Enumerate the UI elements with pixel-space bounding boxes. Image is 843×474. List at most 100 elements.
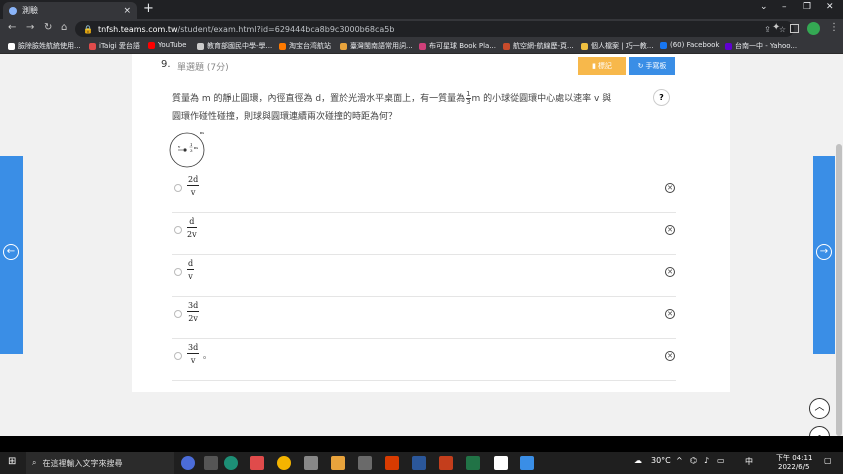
address-bar[interactable]: 🔒 tnfsh.teams.com.tw /student/exam.html?… <box>75 21 794 37</box>
option-radio[interactable] <box>174 310 182 318</box>
url-path: /student/exam.html?id=629444bca8b9c3000b… <box>177 24 395 34</box>
windows-taskbar: ⊞ ⌕ 在這裡輸入文字來搜尋 ☁ 30°C ^ ⌬ ♪ ▭ 中 下午 04:11… <box>0 452 843 474</box>
eliminate-option-icon[interactable]: ✕ <box>665 267 675 277</box>
share-icon[interactable]: ⇪ <box>764 25 771 34</box>
eliminate-option-icon[interactable]: ✕ <box>665 225 675 235</box>
browser-tab[interactable]: 測驗 × <box>3 2 137 19</box>
arrow-right-icon[interactable]: → <box>816 244 832 260</box>
menu-icon[interactable]: ⋮ <box>829 22 839 33</box>
question-number: 9. <box>161 59 171 70</box>
answer-option[interactable]: 2d v ✕ <box>172 171 676 213</box>
app-red-icon[interactable] <box>250 456 264 470</box>
sidebar-icon[interactable] <box>790 24 799 33</box>
google-icon[interactable] <box>494 456 508 470</box>
bookmark-icon: ▮ <box>592 62 596 70</box>
answer-option[interactable]: d 2v ✕ <box>172 213 676 255</box>
maximize-button[interactable]: ❐ <box>803 2 811 12</box>
page-scrollbar[interactable] <box>835 54 843 436</box>
bookmarks-bar: 臉除臉姓航統使用... iTaigi 愛台語 YouTube 教育部國民中學-學...… <box>0 39 843 54</box>
scroll-top-button[interactable]: ︿ <box>809 398 830 419</box>
excel-icon[interactable] <box>466 456 480 470</box>
weather-temp[interactable]: 30°C <box>651 456 671 465</box>
scroll-top-button-2[interactable]: ︿ <box>809 426 830 436</box>
bookmark-favicon-icon <box>148 41 155 49</box>
profile-avatar[interactable] <box>807 22 820 35</box>
volume-icon[interactable]: ♪ <box>704 456 709 465</box>
bookmark-item[interactable]: 淘宝台湾航站 <box>279 41 331 51</box>
browser-task-icon[interactable] <box>520 456 534 470</box>
bookmark-label: 臉除臉姓航統使用... <box>18 42 81 50</box>
tab-close-icon[interactable]: × <box>123 6 131 16</box>
edge-icon[interactable] <box>224 456 238 470</box>
mark-button[interactable]: ▮ 標記 <box>578 57 626 75</box>
reload-icon[interactable]: ↻ <box>44 22 52 33</box>
bookmark-item[interactable]: YouTube <box>148 41 186 49</box>
bookmark-item[interactable]: 台南一中 - Yahoo... <box>725 41 797 51</box>
eliminate-option-icon[interactable]: ✕ <box>665 183 675 193</box>
velocity-label: v <box>177 144 181 149</box>
back-icon[interactable]: ← <box>8 22 16 33</box>
option-radio[interactable] <box>174 352 182 360</box>
scrollbar-thumb[interactable] <box>836 144 842 436</box>
task-view-icon[interactable] <box>204 456 218 470</box>
arrow-left-icon[interactable]: ← <box>3 244 19 260</box>
extensions-icon[interactable]: ✦ <box>772 22 780 33</box>
bookmark-item[interactable]: 個人檔案 | 巧一教... <box>581 41 653 51</box>
bookmark-item[interactable]: 布可星球 Book Pla... <box>419 41 496 51</box>
taskbar-search[interactable]: ⌕ 在這裡輸入文字來搜尋 <box>26 452 174 474</box>
powerpoint-icon[interactable] <box>439 456 453 470</box>
option-radio[interactable] <box>174 226 182 234</box>
battery-icon[interactable]: ▭ <box>717 456 725 465</box>
help-button[interactable]: ? <box>653 89 670 106</box>
bookmark-favicon-icon <box>340 42 347 50</box>
option-radio[interactable] <box>174 268 182 276</box>
bookmark-item[interactable]: 臺灣閩南語常用詞... <box>340 41 413 51</box>
bookmark-label: 淘宝台湾航站 <box>289 42 331 50</box>
bookmark-item[interactable]: (60) Facebook <box>660 41 720 49</box>
lock-icon: 🔒 <box>83 24 93 34</box>
app-dark-icon[interactable] <box>358 456 372 470</box>
bookmark-item[interactable]: iTaigi 愛台語 <box>89 41 140 51</box>
clock-time[interactable]: 下午 04:11 <box>776 453 812 463</box>
home-icon[interactable]: ⌂ <box>61 22 67 33</box>
eliminate-option-icon[interactable]: ✕ <box>665 309 675 319</box>
bookmark-favicon-icon <box>503 42 510 50</box>
mass-unit-label: m <box>194 145 198 150</box>
tab-search-icon[interactable]: ⌄ <box>760 2 768 12</box>
bookmark-label: 布可星球 Book Pla... <box>429 42 497 50</box>
close-window-button[interactable]: ✕ <box>826 2 834 12</box>
file-explorer-icon[interactable] <box>331 456 345 470</box>
option-radio[interactable] <box>174 184 182 192</box>
eliminate-option-icon[interactable]: ✕ <box>665 351 675 361</box>
office-icon[interactable] <box>385 456 399 470</box>
question-text: 質量為 m 的靜止圓環，內徑直徑為 d，置於光滑水平桌面上，有一質量為 1 3 m 的… <box>172 90 612 123</box>
chrome-icon[interactable] <box>277 456 291 470</box>
answer-option[interactable]: d v ✕ <box>172 255 676 297</box>
minimize-button[interactable]: – <box>782 2 787 12</box>
url-domain: tnfsh.teams.com.tw <box>97 24 178 34</box>
new-tab-button[interactable]: + <box>143 1 154 16</box>
bookmark-item[interactable]: 臉除臉姓航統使用... <box>8 41 81 51</box>
mass-den-label: 3 <box>190 148 193 153</box>
option-fraction: 3d v <box>187 343 200 365</box>
next-question-panel[interactable]: → <box>813 156 836 354</box>
windows-start-icon[interactable]: ⊞ <box>8 456 16 467</box>
answer-option[interactable]: 3d 2v ✕ <box>172 297 676 339</box>
widgets-icon[interactable] <box>181 456 195 470</box>
bookmark-item[interactable]: 教育部國民中學-學... <box>197 41 272 51</box>
ime-indicator[interactable]: 中 <box>745 456 753 467</box>
word-icon[interactable] <box>412 456 426 470</box>
prev-question-panel[interactable]: ← <box>0 156 23 354</box>
answer-option[interactable]: 3d v。 ✕ <box>172 339 676 381</box>
taskbar-search-input[interactable]: 在這裡輸入文字來搜尋 <box>42 458 122 469</box>
tray-arrow-icon[interactable]: ^ <box>676 456 683 465</box>
network-icon[interactable]: ⌬ <box>690 456 697 465</box>
clock-date[interactable]: 2022/6/5 <box>778 463 809 471</box>
bookmark-label: 教育部國民中學-學... <box>207 42 273 50</box>
forward-icon[interactable]: → <box>26 22 34 33</box>
notification-icon[interactable]: ▢ <box>824 456 832 465</box>
app-gray-icon[interactable] <box>304 456 318 470</box>
bookmark-label: (60) Facebook <box>670 41 720 49</box>
bookmark-item[interactable]: 航空網-航線歷-頁... <box>503 41 574 51</box>
handwriting-button[interactable]: ↻ 手寫板 <box>629 57 675 75</box>
